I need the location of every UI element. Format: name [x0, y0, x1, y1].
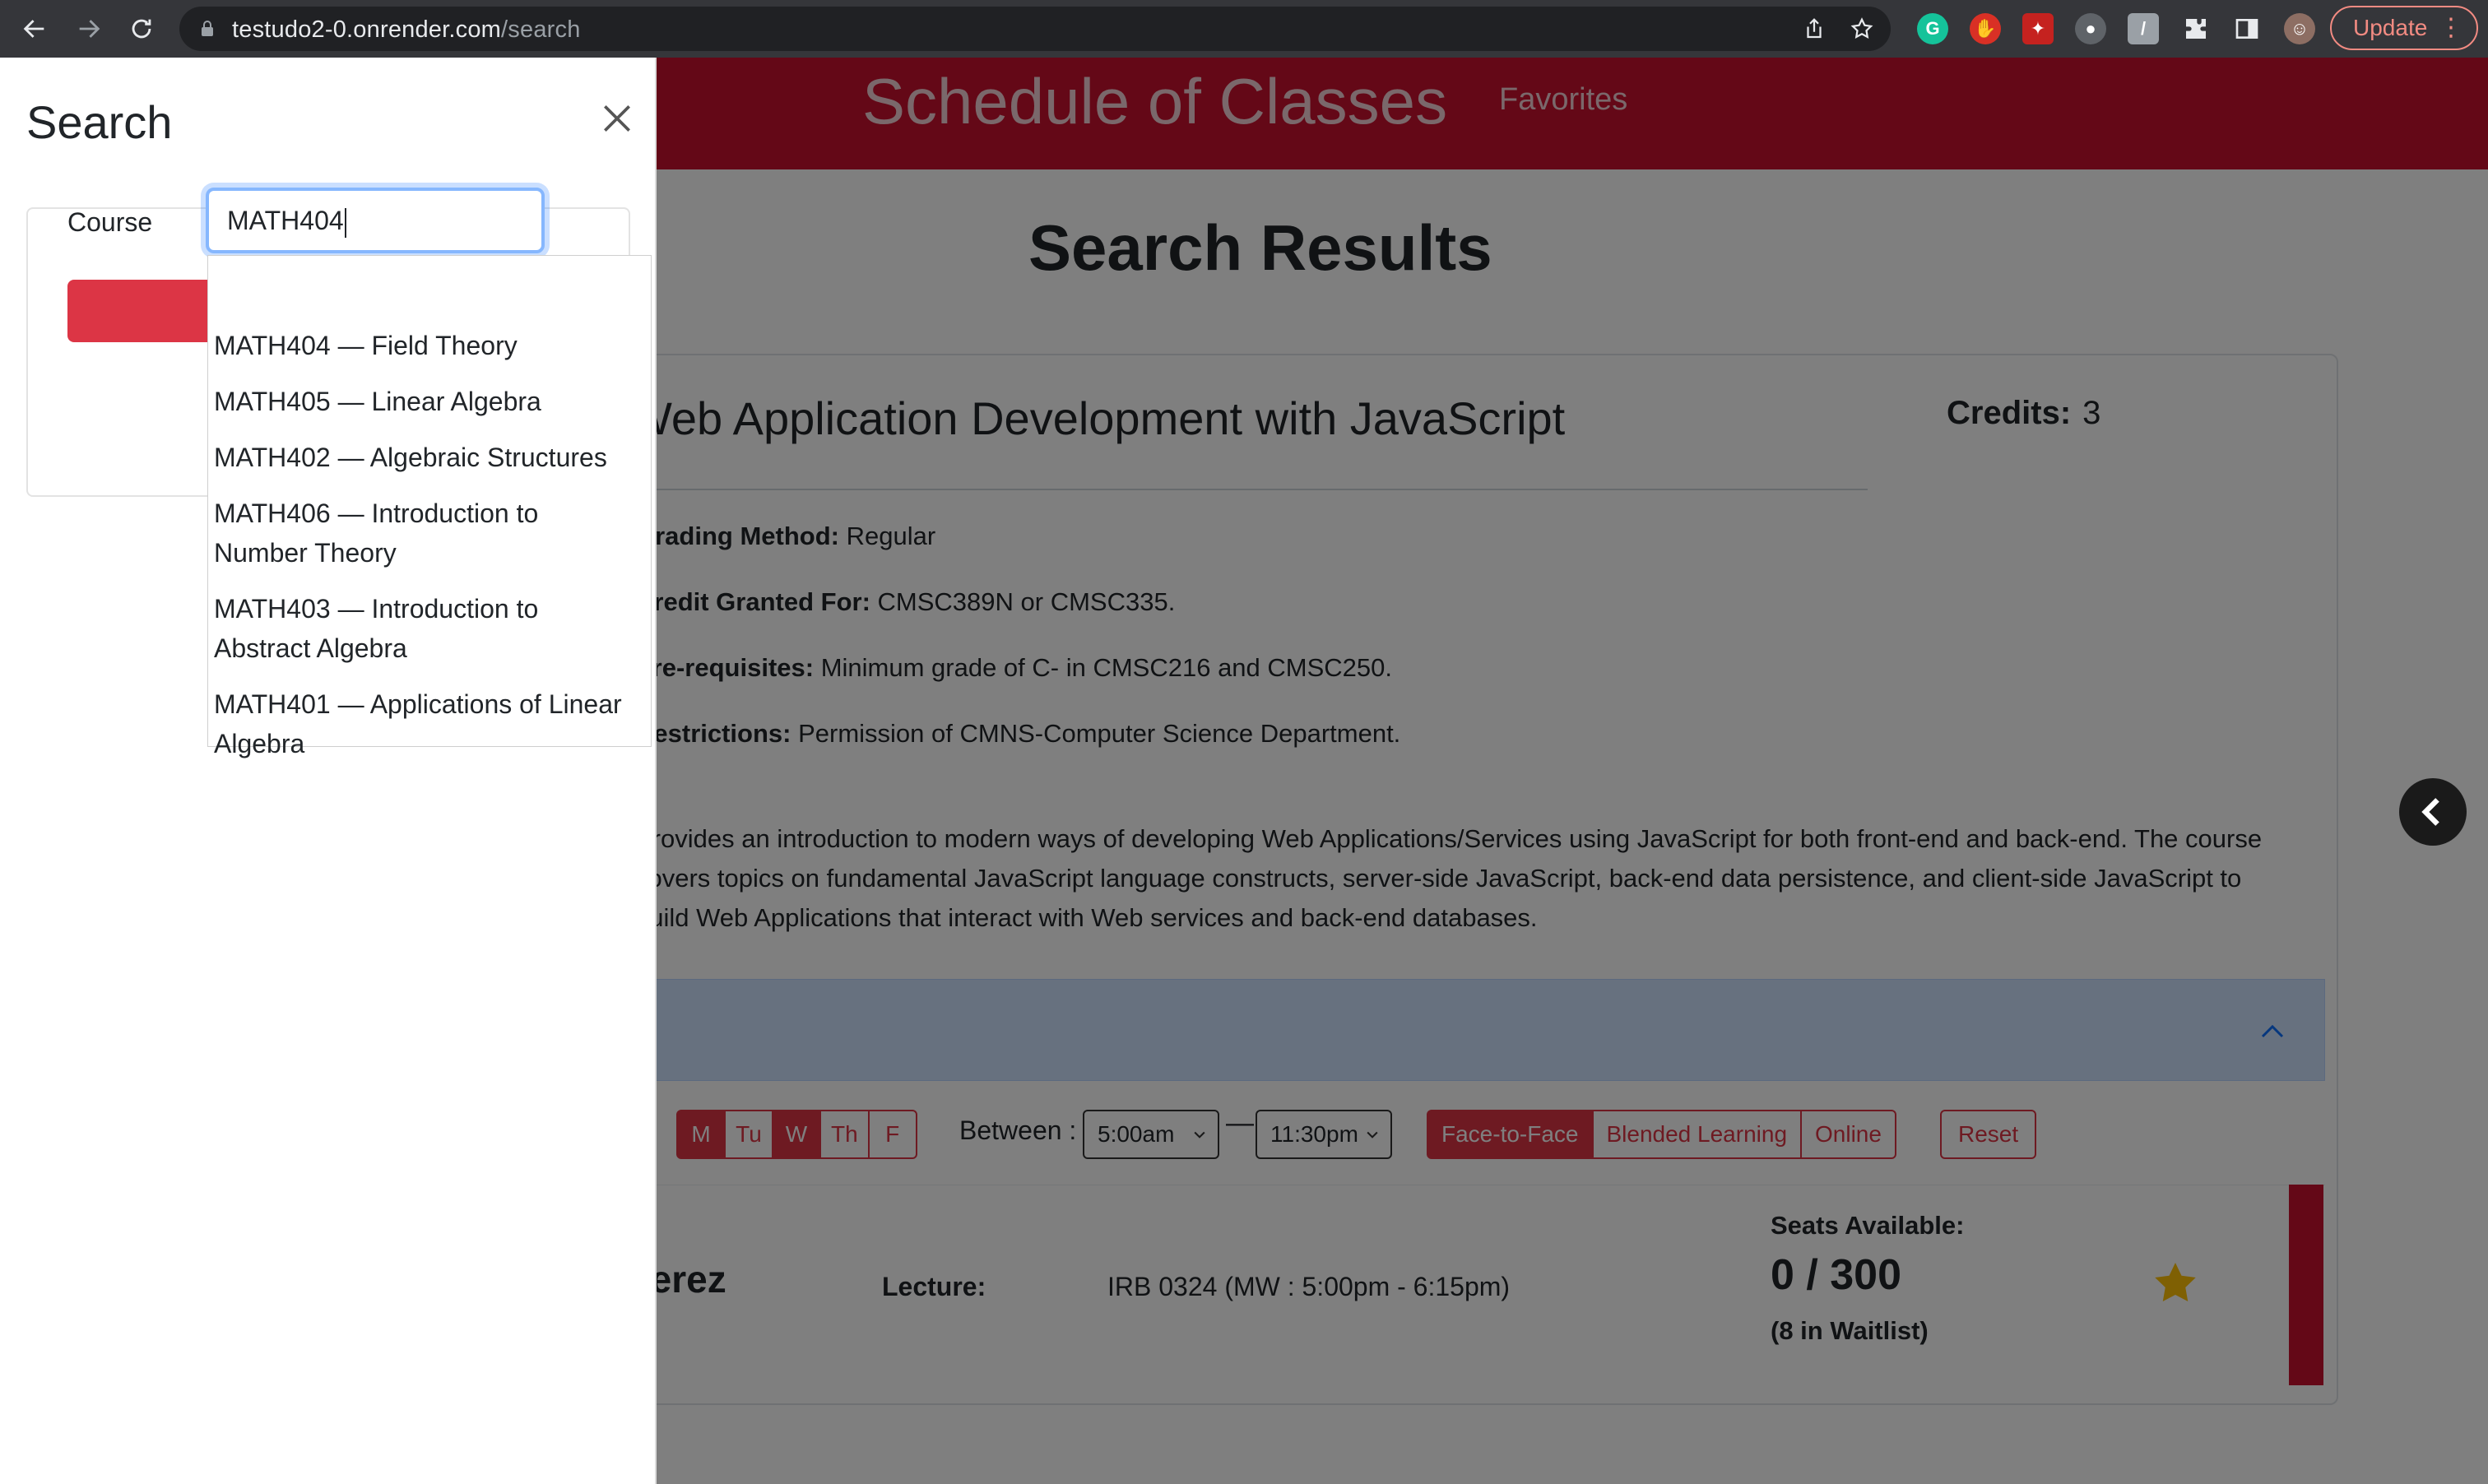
suggestion-item[interactable]: MATH403 — Introduction to Abstract Algeb…	[214, 589, 592, 668]
browser-toolbar: testudo2-0.onrender.com/search G ✋ ✦ ● /…	[0, 0, 2488, 58]
side-panel-icon[interactable]	[2231, 13, 2263, 44]
search-submit-button[interactable]	[67, 280, 216, 342]
address-bar[interactable]: testudo2-0.onrender.com/search	[179, 7, 1891, 51]
update-label: Update	[2353, 15, 2428, 40]
reload-icon[interactable]	[123, 11, 160, 47]
star-bookmark-icon[interactable]	[1850, 16, 1874, 41]
notes-extension-icon[interactable]: /	[2128, 13, 2159, 44]
extension-icon[interactable]: ●	[2075, 13, 2106, 44]
suggestion-item[interactable]: MATH402 — Algebraic Structures	[214, 438, 642, 477]
course-search-input[interactable]: MATH404	[206, 188, 545, 253]
profile-avatar[interactable]: ☺	[2284, 13, 2315, 44]
suggestion-item[interactable]: MATH406 — Introduction to Number Theory	[214, 494, 592, 573]
back-icon[interactable]	[16, 11, 53, 47]
course-field-label: Course	[67, 207, 153, 237]
search-panel-title: Search	[26, 96, 173, 148]
lock-icon	[202, 21, 213, 36]
chevron-left-icon[interactable]	[2399, 778, 2467, 846]
suggestion-item[interactable]: MATH404 — Field Theory	[214, 326, 642, 365]
update-button[interactable]: Update ⋮	[2330, 6, 2478, 50]
course-input-value: MATH404	[227, 206, 344, 235]
close-icon[interactable]	[599, 100, 635, 137]
chrome-menu-icon[interactable]: ⋮	[2439, 14, 2463, 42]
text-caret	[344, 207, 346, 238]
forward-icon[interactable]	[71, 11, 107, 47]
puzzle-extensions-icon[interactable]	[2180, 13, 2212, 44]
url-text: testudo2-0.onrender.com/search	[232, 16, 581, 43]
share-icon[interactable]	[1802, 16, 1827, 41]
suggestion-item[interactable]: MATH401 — Applications of Linear Algebra	[214, 684, 642, 763]
grammarly-extension-icon[interactable]: G	[1917, 13, 1948, 44]
adblock-extension-icon[interactable]: ✋	[1970, 13, 2001, 44]
suggestion-item[interactable]: MATH405 — Linear Algebra	[214, 382, 642, 421]
pdf-extension-icon[interactable]: ✦	[2022, 13, 2054, 44]
